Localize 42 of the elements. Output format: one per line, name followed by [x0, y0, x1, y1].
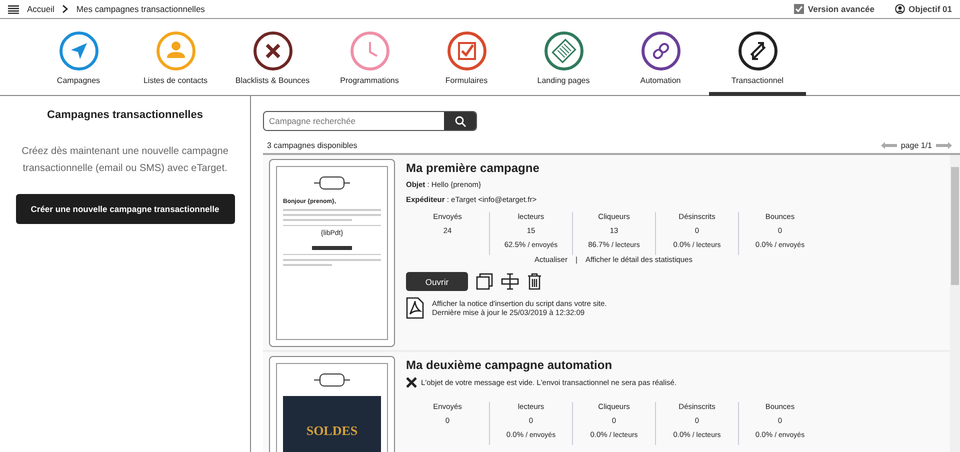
page-indicator: page 1/1	[900, 141, 932, 151]
chevron-icon	[62, 5, 68, 13]
advanced-version-label[interactable]: Version avancée	[808, 4, 875, 14]
copy-icon[interactable]	[476, 273, 493, 290]
sale-banner-text: SOLDES	[306, 422, 358, 438]
document-icon	[544, 31, 584, 71]
logo-drawing	[312, 372, 352, 388]
search-field[interactable]: Campagne recherchée	[263, 111, 477, 131]
trash-icon[interactable]	[527, 273, 542, 290]
exchange-arrows-icon	[738, 31, 778, 71]
nav-tab[interactable]: Formulaires	[418, 19, 515, 96]
nav-tab[interactable]: Campagnes	[30, 19, 127, 96]
nav-tab[interactable]: Blacklists & Bounces	[224, 19, 321, 96]
campaign-title: Ma deuxième campagne automation	[406, 358, 614, 372]
clock-icon	[350, 31, 390, 71]
sidebar-title: Campagnes transactionnelles	[46, 109, 204, 122]
checkbox-icon	[446, 31, 486, 71]
sidebar-description: Créez dès maintenant une nouvelle campagne transactionnelle (email ou SMS) avec eTarget.	[20, 145, 230, 176]
cross-icon	[406, 376, 417, 388]
user-icon[interactable]	[894, 4, 905, 14]
breadcrumb-item: Mes campagnes transactionnelles	[76, 4, 205, 14]
nav-tab[interactable]: Landing pages	[515, 19, 612, 96]
search-icon[interactable]	[454, 116, 466, 126]
user-name[interactable]: Objectif 01	[908, 4, 952, 14]
scrollbar[interactable]	[950, 154, 960, 452]
breadcrumb-item[interactable]: Accueil	[27, 4, 54, 14]
campaign-title: Ma première campagne	[406, 160, 540, 175]
nav-tab[interactable]: Automation	[612, 19, 709, 96]
nav-tab[interactable]: Listes de contacts	[127, 19, 224, 96]
email-preview[interactable]: SOLDES	[269, 356, 395, 452]
create-campaign-button[interactable]: Créer une nouvelle campagne transactionnelle	[16, 194, 234, 224]
checkbox[interactable]	[794, 4, 804, 14]
person-icon	[156, 31, 196, 71]
logo-drawing	[312, 174, 352, 191]
nav-tab[interactable]: Transactionnel	[709, 19, 806, 96]
nav-tab[interactable]: Programmations	[321, 19, 418, 96]
campaign-count: 3 campagnes disponibles	[267, 141, 358, 151]
split-icon[interactable]	[501, 273, 519, 290]
cross-icon	[252, 31, 292, 71]
menu-icon[interactable]	[8, 4, 19, 14]
open-button[interactable]: Ouvrir	[406, 272, 468, 292]
pdf-icon[interactable]	[406, 297, 424, 320]
